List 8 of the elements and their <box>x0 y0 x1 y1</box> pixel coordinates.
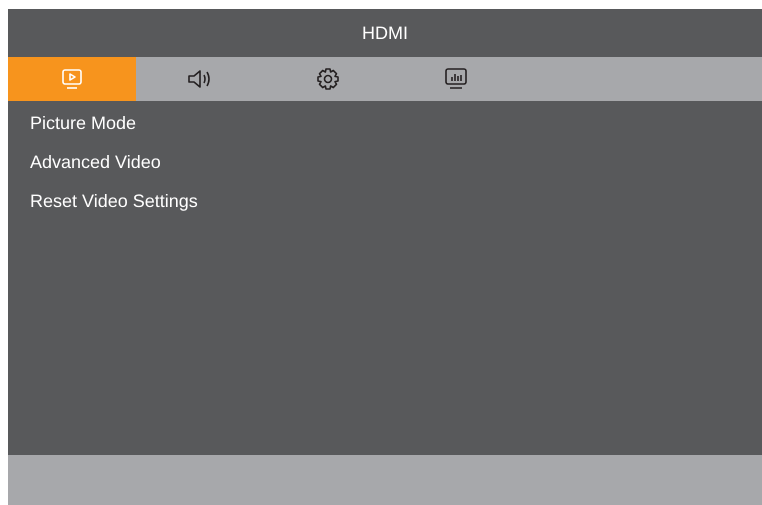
speaker-icon <box>187 68 213 90</box>
monitor-chart-icon <box>444 67 468 91</box>
menu-item[interactable]: Picture Mode <box>8 109 136 148</box>
menu-item[interactable]: Reset Video Settings <box>8 187 198 226</box>
window-title: HDMI <box>362 22 408 44</box>
tv-play-icon <box>61 68 83 90</box>
menu-item[interactable]: Advanced Video <box>8 148 161 187</box>
gear-icon <box>316 67 340 91</box>
